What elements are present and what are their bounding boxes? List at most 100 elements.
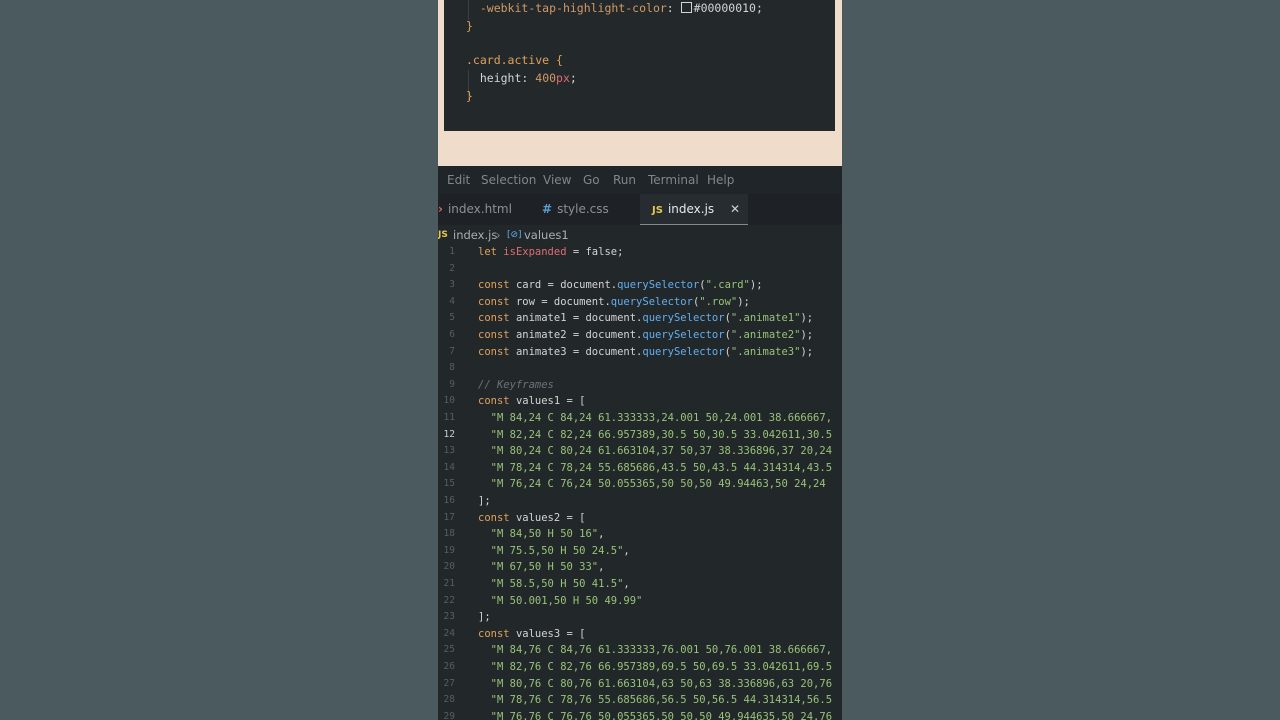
code-line[interactable]: 25 "M 84,76 C 84,76 61.333333,76.001 50,…	[438, 642, 842, 659]
line-number: 4	[449, 295, 455, 307]
code-line[interactable]: 9 // Keyframes	[438, 377, 842, 394]
breadcrumb: JS index.js › [⊘] values1	[438, 226, 842, 244]
code-token: animate2	[515, 329, 567, 341]
code-token: values2	[515, 511, 561, 524]
code-line[interactable]: 19 "M 75.5,50 H 50 24.5",	[438, 543, 842, 560]
close-tab-icon[interactable]: ✕	[730, 194, 740, 225]
code-token: ,	[598, 528, 605, 541]
code-text: "M 50.001,50 H 50 49.99"	[478, 593, 643, 610]
css-preview-panel: -webkit-tap-highlight-color: #00000010; …	[438, 0, 842, 166]
line-number: 15	[443, 478, 455, 490]
tab-index-html[interactable]: › index.html	[438, 194, 534, 225]
line-number: 25	[443, 644, 455, 656]
code-line[interactable]: 16];	[438, 493, 842, 510]
code-area[interactable]: 1 let isExpanded = false; 2 3 const card = d…	[438, 244, 842, 720]
color-swatch-icon	[680, 2, 692, 13]
breadcrumb-symbol[interactable]: values1	[524, 226, 569, 244]
code-token: ".card"	[705, 279, 750, 292]
code-text: "M 80,24 C 80,24 61.663104,37 50,37 38.3…	[478, 443, 832, 460]
line-number: 27	[443, 677, 455, 689]
menu-edit[interactable]: Edit	[447, 173, 470, 187]
code-token: = document.	[566, 329, 643, 341]
code-line[interactable]: 29 "M 76,76 C 76,76 50.055365,50 50,50 4…	[438, 709, 842, 720]
code-token: = false;	[566, 246, 624, 258]
code-text: const values3 = [	[478, 626, 586, 643]
code-token: querySelector	[610, 295, 693, 308]
code-token: "M 67,50 H 50 33"	[490, 561, 599, 574]
code-token: querySelector	[642, 329, 725, 341]
code-line[interactable]: 4 const row = document.querySelector(".ro…	[438, 294, 842, 311]
menu-selection[interactable]: Selection	[481, 173, 536, 187]
line-number: 29	[443, 710, 455, 720]
code-line[interactable]: 14 "M 78,24 C 78,24 55.685686,43.5 50,43…	[438, 460, 842, 477]
line-number: 1	[449, 246, 455, 257]
code-line[interactable]: 3 const card = document.querySelector(".c…	[438, 277, 842, 294]
code-line[interactable]: 27 "M 80,76 C 80,76 61.663104,63 50,63 3…	[438, 676, 842, 693]
code-text: "M 75.5,50 H 50 24.5",	[478, 543, 630, 560]
menu-help[interactable]: Help	[707, 173, 734, 187]
code-token: isExpanded	[503, 246, 567, 258]
code-text: "M 84,50 H 50 16",	[478, 526, 605, 543]
code-text: let isExpanded = false;	[478, 244, 623, 261]
code-line[interactable]: 6 const animate2 = document.querySelector…	[438, 327, 842, 344]
menu-view[interactable]: View	[543, 173, 571, 187]
code-line[interactable]: 26 "M 82,76 C 82,76 66.957389,69.5 50,69…	[438, 659, 842, 676]
css-line: }	[466, 89, 473, 103]
code-line[interactable]: 22 "M 50.001,50 H 50 49.99"	[438, 593, 842, 610]
tab-index-js[interactable]: JS index.js ✕	[640, 194, 748, 225]
line-number: 17	[443, 511, 455, 523]
line-number: 22	[443, 594, 455, 606]
code-line[interactable]: 18 "M 84,50 H 50 16",	[438, 526, 842, 543]
code-line[interactable]: 11 "M 84,24 C 84,24 61.333333,24.001 50,…	[438, 410, 842, 427]
menu-terminal[interactable]: Terminal	[648, 173, 699, 187]
line-number: 8	[449, 362, 455, 374]
breadcrumb-file[interactable]: index.js	[453, 226, 497, 244]
line-number: 12	[443, 428, 455, 440]
code-text: "M 84,76 C 84,76 61.333333,76.001 50,76.…	[478, 642, 832, 659]
code-line[interactable]: 21 "M 58.5,50 H 50 41.5",	[438, 576, 842, 593]
code-line[interactable]: 7 const animate3 = document.querySelector…	[438, 344, 842, 361]
code-text: "M 76,76 C 76,76 50.055365,50 50,50 49.9…	[478, 709, 832, 720]
code-line[interactable]: 15 "M 76,24 C 76,24 50.055365,50 50,50 4…	[438, 476, 842, 493]
code-text: const animate3 = document.querySelector(…	[478, 344, 813, 361]
line-number: 18	[443, 528, 455, 540]
tab-style-css[interactable]: # style.css	[542, 194, 632, 225]
line-number: 10	[443, 395, 455, 407]
code-line[interactable]: 28 "M 78,76 C 78,76 55.685686,56.5 50,56…	[438, 692, 842, 709]
code-line[interactable]: 10 const values1 = [	[438, 393, 842, 410]
code-line[interactable]: 8	[438, 360, 842, 377]
code-token: "M 82,76 C 82,76 66.957389,69.5 50,69.5 …	[490, 661, 833, 673]
menu-bar: Edit Selection View Go Run Terminal Help	[438, 166, 842, 194]
html-file-icon: ›	[438, 202, 443, 216]
code-token: ".animate2"	[730, 329, 801, 341]
code-line[interactable]: 2	[438, 261, 842, 278]
code-line[interactable]: 12 "M 82,24 C 82,24 66.957389,30.5 50,30…	[438, 427, 842, 444]
code-line[interactable]: 24 const values3 = [	[438, 626, 842, 643]
code-line[interactable]: 13 "M 80,24 C 80,24 61.663104,37 50,37 3…	[438, 443, 842, 460]
code-line[interactable]: 1 let isExpanded = false;	[438, 244, 842, 261]
code-line[interactable]: 5 const animate1 = document.querySelector…	[438, 310, 842, 327]
code-token: "M 76,24 C 76,24 50.055365,50 50,50 49.9…	[490, 478, 826, 491]
code-token: ".animate3"	[730, 345, 801, 358]
code-token: );	[800, 345, 814, 358]
code-token: ];	[478, 611, 491, 624]
code-token: "M 82,24 C 82,24 66.957389,30.5 50,30.5 …	[490, 428, 833, 441]
code-token: const	[478, 329, 516, 341]
menu-go[interactable]: Go	[583, 173, 600, 187]
line-number: 28	[443, 694, 455, 706]
line-number: 20	[443, 561, 455, 573]
code-token: row	[515, 295, 535, 308]
menu-run[interactable]: Run	[613, 173, 636, 187]
code-line[interactable]: 23];	[438, 609, 842, 626]
code-token: );	[800, 329, 814, 341]
code-line[interactable]: 17 const values2 = [	[438, 510, 842, 527]
code-token: animate1	[515, 312, 567, 325]
code-text: "M 76,24 C 76,24 50.055365,50 50,50 49.9…	[478, 476, 826, 493]
code-line[interactable]: 20 "M 67,50 H 50 33",	[438, 559, 842, 576]
code-token: "M 78,76 C 78,76 55.685686,56.5 50,56.5 …	[490, 694, 833, 707]
